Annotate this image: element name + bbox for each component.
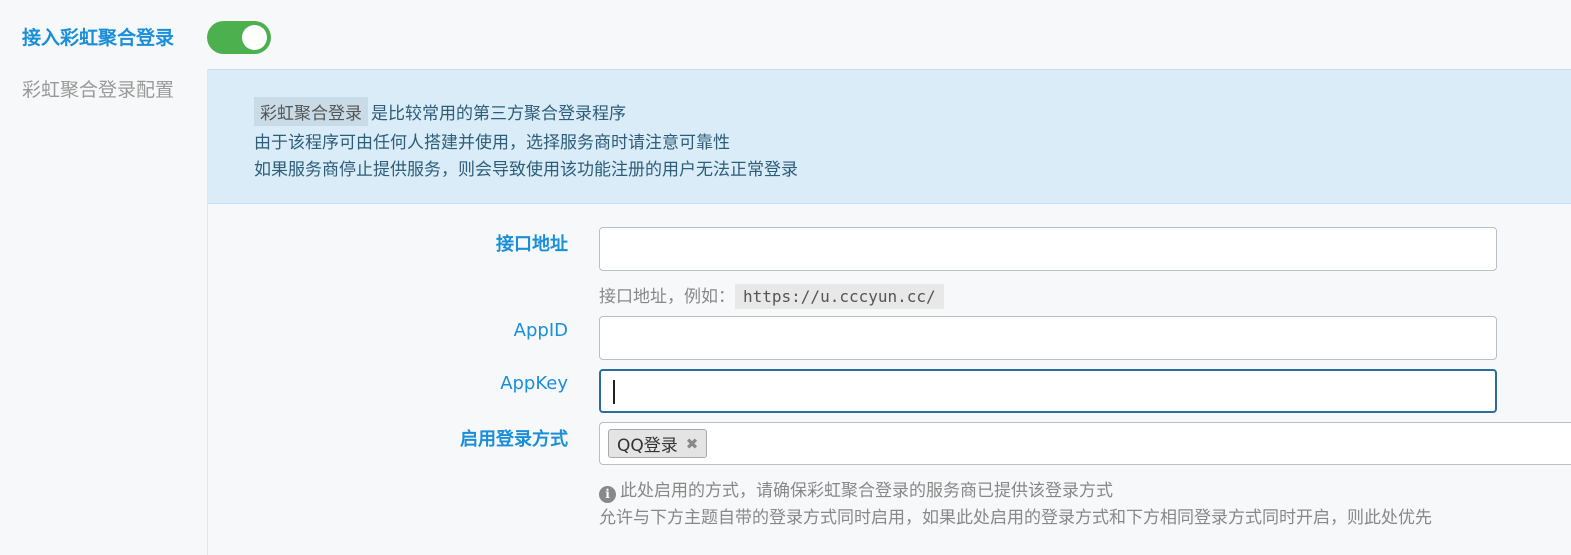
selected-tag-qq: QQ登录 ✖ [608, 429, 708, 458]
appkey-label: AppKey [500, 373, 568, 394]
login-methods-help-2: 允许与下方主题自带的登录方式同时启用，如果此处启用的登录方式和下方相同登录方式同… [599, 508, 1432, 528]
notice-chip: 彩虹聚合登录 [254, 97, 368, 126]
remove-tag-icon[interactable]: ✖ [686, 435, 699, 453]
notice-line-3: 如果服务商停止提供服务，则会导致使用该功能注册的用户无法正常登录 [254, 160, 798, 180]
api-url-help-text: 接口地址，例如： [599, 287, 735, 307]
config-section-label: 彩虹聚合登录配置 [22, 79, 175, 101]
appid-label: AppID [513, 320, 568, 341]
api-url-example: https://u.cccyun.cc/ [735, 284, 944, 309]
notice-box: 彩虹聚合登录 是比较常用的第三方聚合登录程序 由于该程序可由任何人搭建并使用，选择… [208, 69, 1571, 204]
appkey-input[interactable] [599, 369, 1497, 413]
api-url-help: 接口地址，例如： https://u.cccyun.cc/ [599, 282, 944, 309]
text-caret [613, 380, 615, 404]
info-circle-icon: i [599, 485, 616, 503]
switch-knob [242, 25, 267, 50]
config-panel: 彩虹聚合登录 是比较常用的第三方聚合登录程序 由于该程序可由任何人搭建并使用，选择… [207, 69, 1571, 555]
api-url-label: 接口地址 [496, 234, 568, 255]
login-methods-help-1: i 此处启用的方式，请确保彩虹聚合登录的服务商已提供该登录方式 [599, 476, 1113, 503]
login-methods-help-1-text: 此处启用的方式，请确保彩虹聚合登录的服务商已提供该登录方式 [620, 481, 1113, 501]
toggle-label: 接入彩虹聚合登录 [22, 27, 175, 49]
toggle-row: 接入彩虹聚合登录 [0, 0, 1571, 70]
login-methods-select[interactable]: QQ登录 ✖ [599, 422, 1571, 465]
notice-line-1-text: 是比较常用的第三方聚合登录程序 [371, 104, 626, 124]
rainbow-login-switch[interactable] [207, 21, 271, 54]
login-methods-label: 启用登录方式 [460, 429, 568, 450]
notice-line-2: 由于该程序可由任何人搭建并使用，选择服务商时请注意可靠性 [254, 133, 730, 153]
api-url-input[interactable] [599, 227, 1497, 271]
appid-input[interactable] [599, 316, 1497, 360]
notice-line-1: 彩虹聚合登录 是比较常用的第三方聚合登录程序 [254, 97, 626, 126]
tag-label: QQ登录 [617, 436, 678, 456]
